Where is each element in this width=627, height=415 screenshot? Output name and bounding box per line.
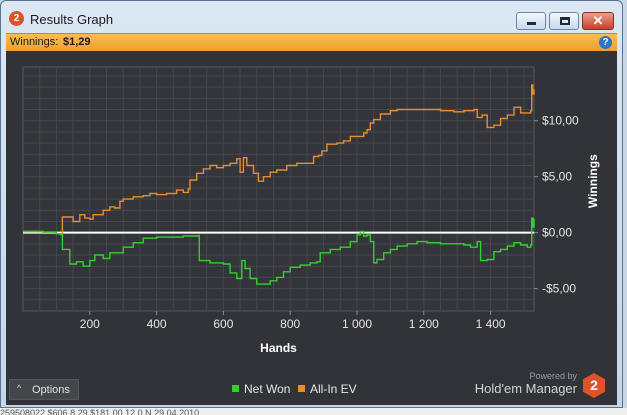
minimize-icon (527, 22, 536, 25)
legend-net-won[interactable]: Net Won (232, 382, 290, 396)
window-title: Results Graph (30, 12, 114, 27)
legend-label-net-won: Net Won (244, 382, 291, 396)
help-icon[interactable]: ? (599, 36, 612, 49)
x-tick-label: 200 (80, 317, 100, 331)
maximize-button[interactable] (549, 12, 579, 30)
x-tick-label: 1 400 (476, 317, 506, 331)
legend-swatch-net-won (232, 385, 239, 392)
y-tick-label: $10,00 (542, 114, 579, 128)
results-chart: 200 400 600 800 1 000 1 200 1 400 $10,00 $5,00 $0… (22, 66, 600, 355)
x-tick-label: 1 200 (409, 317, 439, 331)
brand-name: Hold'em Manager (474, 381, 577, 396)
y-tick-label: $5,00 (542, 170, 572, 184)
legend-label-all-in-ev: All-In EV (310, 382, 357, 396)
winnings-value: $1,29 (63, 36, 91, 48)
powered-by-text: Powered by (529, 371, 577, 381)
options-label: Options (32, 384, 70, 396)
y-axis-title: Winnings (586, 154, 600, 208)
background-table-row: 259508022 $606,8 29 $181,00 12 0 N 29.04… (0, 408, 627, 415)
x-tick-label: 400 (147, 317, 167, 331)
holdem-manager-app-icon: 2 (9, 11, 24, 26)
results-graph-window: 2 Results Graph ✕ Winnings: $1,29 ? 200 4… (0, 0, 623, 408)
legend-swatch-all-in-ev (298, 385, 305, 392)
x-axis-title: Hands (260, 341, 297, 355)
y-tick-label: -$5,00 (542, 282, 576, 296)
close-icon: ✕ (592, 13, 604, 28)
legend-all-in-ev[interactable]: All-In EV (298, 382, 357, 396)
close-button[interactable]: ✕ (582, 12, 614, 30)
minimize-button[interactable] (516, 12, 546, 30)
chevron-up-icon: ^ (17, 383, 22, 393)
title-bar[interactable]: 2 Results Graph ✕ (1, 1, 622, 33)
x-tick-label: 600 (213, 317, 233, 331)
y-tick-label: $0,00 (542, 226, 572, 240)
winnings-info-bar: Winnings: $1,29 ? (6, 33, 617, 51)
options-button[interactable]: ^ Options (9, 379, 79, 400)
graph-panel: 200 400 600 800 1 000 1 200 1 400 $10,00 $5,00 $0… (6, 51, 617, 405)
x-tick-label: 1 000 (342, 317, 372, 331)
maximize-icon (560, 17, 570, 25)
x-tick-label: 800 (280, 317, 300, 331)
winnings-label: Winnings: (10, 36, 59, 48)
